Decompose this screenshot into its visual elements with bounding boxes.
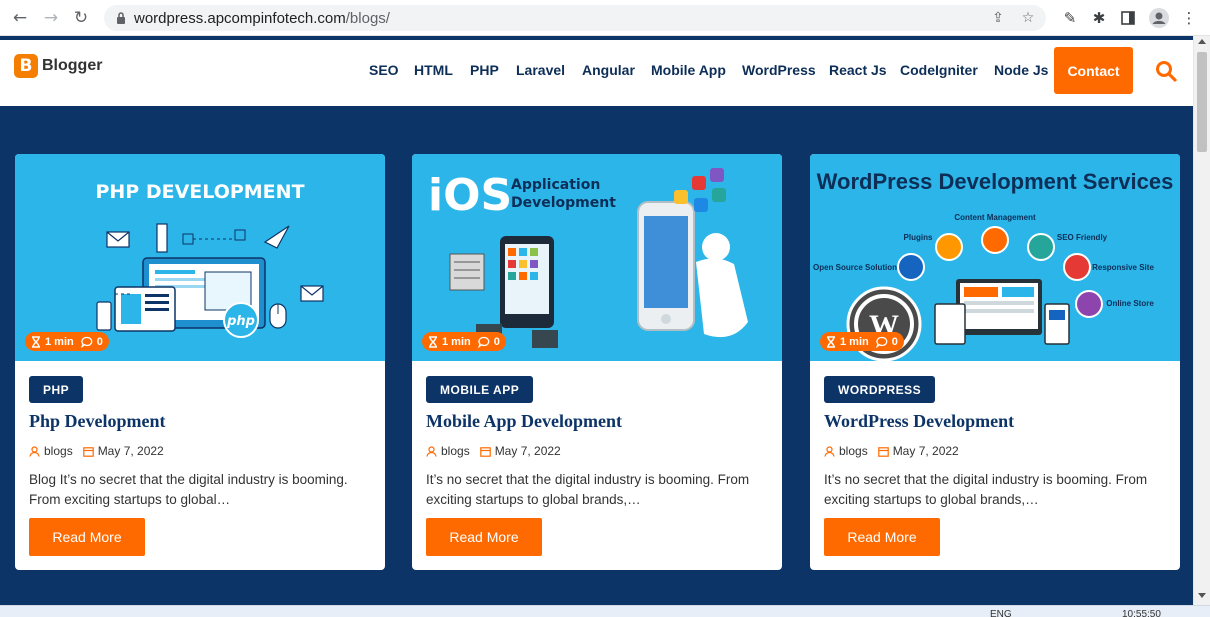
address-bar[interactable]: wordpress.apcompinfotech.com/blogs/ ⇪ ☆ [104, 5, 1046, 31]
post-author[interactable]: blogs [441, 444, 470, 458]
logo-badge: B [14, 54, 38, 78]
comment-icon [875, 336, 888, 348]
browser-toolbar: ← → ↻ wordpress.apcompinfotech.com/blogs… [0, 0, 1210, 36]
thumb-label: Open Source Solution [813, 263, 897, 272]
contact-button[interactable]: Contact [1054, 47, 1133, 94]
thumb-heading-small-1: Application [511, 177, 600, 193]
calendar-icon [479, 446, 491, 457]
thumb-heading: WordPress Development Services [817, 169, 1174, 194]
menu-item-wordpress[interactable]: WordPress [742, 62, 816, 78]
post-excerpt: It’s no secret that the digital industry… [426, 472, 750, 507]
taskbar-language[interactable]: ENG [990, 609, 1012, 617]
post-title[interactable]: Php Development [29, 411, 166, 432]
post-excerpt: Blog It’s no secret that the digital ind… [29, 472, 348, 507]
post-meta-badge: 1 min 0 [422, 332, 506, 351]
hourglass-icon [32, 335, 40, 348]
post-excerpt: It’s no secret that the digital industry… [824, 472, 1148, 507]
php-logo-text: php [226, 314, 255, 329]
post-title[interactable]: Mobile App Development [426, 411, 622, 432]
extensions-puzzle-icon[interactable]: ✱ [1088, 7, 1110, 29]
author-icon [29, 445, 40, 457]
comment-count: 0 [96, 335, 103, 348]
read-time: 1 min [45, 335, 74, 348]
post-card: iOS Application Development 1 min 0 MOBI… [412, 154, 782, 570]
thumb-label: Responsive Site [1092, 263, 1154, 272]
post-meta-badge: 1 min 0 [25, 332, 109, 351]
post-author[interactable]: blogs [839, 444, 868, 458]
back-arrow-icon[interactable]: ← [9, 7, 31, 29]
read-more-button[interactable]: Read More [426, 518, 542, 556]
menu-item-node-js[interactable]: Node Js [994, 62, 1048, 78]
bookmark-star-icon[interactable]: ☆ [1018, 8, 1038, 28]
page-scrollbar[interactable] [1193, 36, 1210, 605]
search-icon[interactable] [1155, 60, 1177, 82]
taskbar-clock[interactable]: 10:55:50 [1122, 609, 1161, 617]
scroll-thumb[interactable] [1197, 52, 1207, 152]
post-author[interactable]: blogs [44, 444, 73, 458]
post-card: WordPress Development Services Content M… [810, 154, 1180, 570]
post-meta-badge: 1 min 0 [820, 332, 904, 351]
browser-menu-icon[interactable]: ⋮ [1178, 7, 1200, 29]
thumb-heading-small-2: Development [511, 195, 616, 211]
post-thumbnail-ios[interactable]: iOS Application Development [412, 154, 782, 361]
hourglass-icon [827, 335, 835, 348]
thumb-label: Plugins [904, 233, 933, 242]
eyedropper-extension-icon[interactable]: ✎ [1059, 7, 1081, 29]
lock-icon [117, 12, 125, 24]
category-badge[interactable]: WORDPRESS [824, 376, 936, 403]
scroll-down-arrow-icon[interactable] [1198, 593, 1206, 598]
share-icon[interactable]: ⇪ [988, 8, 1008, 28]
logo-text: Blogger [42, 57, 103, 74]
menu-item-php[interactable]: PHP [470, 62, 499, 78]
thumb-heading-big: iOS [428, 170, 512, 221]
post-date: May 7, 2022 [494, 444, 561, 458]
url-text: wordpress.apcompinfotech.com/blogs/ [134, 10, 390, 27]
category-badge[interactable]: PHP [29, 376, 84, 403]
hourglass-icon [429, 335, 437, 348]
thumb-label: Online Store [1106, 299, 1154, 308]
post-title[interactable]: WordPress Development [824, 411, 1014, 432]
menu-item-codeigniter[interactable]: CodeIgniter [900, 62, 978, 78]
menu-item-html[interactable]: HTML [414, 62, 453, 78]
comment-count: 0 [891, 335, 898, 348]
read-more-button[interactable]: Read More [824, 518, 940, 556]
menu-item-seo[interactable]: SEO [369, 62, 399, 78]
author-icon [824, 445, 835, 457]
menu-item-angular[interactable]: Angular [582, 62, 635, 78]
comment-icon [477, 336, 490, 348]
post-byline: blogs May 7, 2022 [426, 444, 561, 458]
read-time: 1 min [840, 335, 869, 348]
menu-item-react-js[interactable]: React Js [829, 62, 887, 78]
os-taskbar: ENG 10:55:50 [0, 605, 1210, 617]
site-header: B Blogger SEO HTML PHP Laravel Angular M… [0, 40, 1193, 106]
thumb-label: SEO Friendly [1057, 233, 1108, 242]
site-logo[interactable]: B Blogger [14, 54, 102, 78]
reload-icon[interactable]: ↻ [70, 7, 92, 29]
blog-list: PHP DEVELOPMENT php 1 min 0 PHP Php Deve… [0, 106, 1193, 605]
post-thumbnail-wordpress[interactable]: WordPress Development Services Content M… [810, 154, 1180, 361]
read-more-button[interactable]: Read More [29, 518, 145, 556]
menu-item-laravel[interactable]: Laravel [516, 62, 565, 78]
post-byline: blogs May 7, 2022 [29, 444, 164, 458]
comment-icon [80, 336, 93, 348]
scroll-up-arrow-icon[interactable] [1198, 39, 1206, 44]
thumb-label: Content Management [954, 213, 1036, 222]
thumb-heading: PHP DEVELOPMENT [95, 181, 304, 203]
calendar-icon [82, 446, 94, 457]
post-date: May 7, 2022 [892, 444, 959, 458]
read-time: 1 min [442, 335, 471, 348]
post-thumbnail-php[interactable]: PHP DEVELOPMENT php [15, 154, 385, 361]
comment-count: 0 [493, 335, 500, 348]
calendar-icon [877, 446, 889, 457]
forward-arrow-icon[interactable]: → [40, 7, 62, 29]
side-panel-icon[interactable] [1117, 7, 1139, 29]
menu-item-mobile-app[interactable]: Mobile App [651, 62, 726, 78]
post-date: May 7, 2022 [97, 444, 164, 458]
category-badge[interactable]: MOBILE APP [426, 376, 534, 403]
author-icon [426, 445, 437, 457]
post-card: PHP DEVELOPMENT php 1 min 0 PHP Php Deve… [15, 154, 385, 570]
profile-avatar-icon[interactable] [1148, 7, 1170, 29]
post-byline: blogs May 7, 2022 [824, 444, 959, 458]
